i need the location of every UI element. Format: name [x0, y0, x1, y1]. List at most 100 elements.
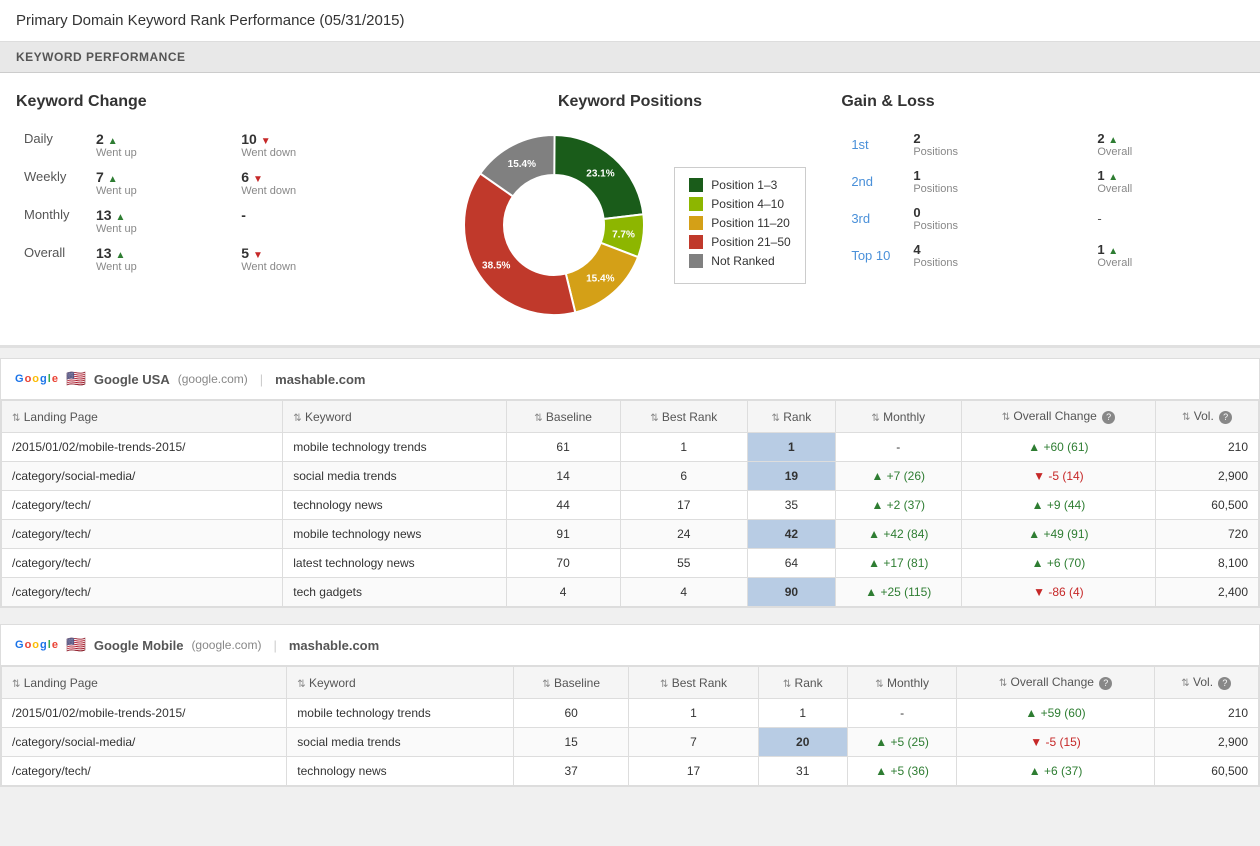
kw-change-title: Keyword Change — [16, 93, 419, 111]
table-col-header[interactable]: ⇅ Overall Change ? — [961, 401, 1155, 433]
cell-overall: ▼ -5 (14) — [961, 462, 1155, 491]
table-col-header[interactable]: ⇅ Baseline — [506, 401, 620, 433]
kw-change-up: 7 ▲ Went up — [90, 165, 233, 201]
table-col-header[interactable]: ⇅ Monthly — [847, 667, 957, 699]
kw-change-down: 6 ▼ Went down — [235, 165, 416, 201]
gl-overall: 1 ▲ Overall — [1089, 164, 1242, 199]
chart-legend: Position 1–3Position 4–10Position 11–20P… — [674, 167, 805, 284]
svg-text:15.4%: 15.4% — [508, 159, 536, 170]
legend-item: Position 21–50 — [689, 235, 790, 249]
google-usa-header: Google 🇺🇸 Google USA (google.com) | mash… — [1, 359, 1259, 400]
table-row: /category/tech/ technology news 37 17 31… — [2, 757, 1259, 786]
kw-change-down: - — [235, 203, 416, 239]
legend-item: Position 1–3 — [689, 178, 790, 192]
table-col-header[interactable]: ⇅ Keyword — [283, 401, 506, 433]
cell-rank: 90 — [747, 578, 835, 607]
cell-overall: ▼ -5 (15) — [957, 728, 1154, 757]
gl-positions: 4 Positions — [905, 238, 1087, 273]
table-col-header[interactable]: ⇅ Monthly — [835, 401, 961, 433]
table-row: /2015/01/02/mobile-trends-2015/ mobile t… — [2, 699, 1259, 728]
cell-baseline: 14 — [506, 462, 620, 491]
google-usa-section: Google 🇺🇸 Google USA (google.com) | mash… — [0, 358, 1260, 608]
table-row: /category/social-media/ social media tre… — [2, 462, 1259, 491]
kw-change-up: 2 ▲ Went up — [90, 127, 233, 163]
google-mobile-header: Google 🇺🇸 Google Mobile (google.com) | m… — [1, 625, 1259, 666]
cell-overall: ▲ +6 (70) — [961, 549, 1155, 578]
cell-best-rank: 1 — [629, 699, 758, 728]
google-usa-site: mashable.com — [275, 372, 365, 387]
table-col-header[interactable]: ⇅ Rank — [758, 667, 847, 699]
table-col-header[interactable]: ⇅ Vol. ? — [1154, 667, 1258, 699]
cell-baseline: 70 — [506, 549, 620, 578]
kw-change-label: Overall — [18, 241, 88, 277]
cell-landing: /category/tech/ — [2, 578, 283, 607]
cell-keyword: mobile technology news — [283, 520, 506, 549]
cell-keyword: mobile technology trends — [287, 699, 514, 728]
cell-monthly: ▲ +2 (37) — [835, 491, 961, 520]
cell-rank: 42 — [747, 520, 835, 549]
google-mobile-section: Google 🇺🇸 Google Mobile (google.com) | m… — [0, 624, 1260, 787]
kw-change-up: 13 ▲ Went up — [90, 203, 233, 239]
table-col-header[interactable]: ⇅ Landing Page — [2, 401, 283, 433]
gl-overall: 1 ▲ Overall — [1089, 238, 1242, 273]
svg-text:7.7%: 7.7% — [612, 230, 635, 241]
cell-best-rank: 55 — [620, 549, 747, 578]
donut-chart: 23.1%7.7%15.4%38.5%15.4% — [454, 125, 654, 325]
gl-positions: 1 Positions — [905, 164, 1087, 199]
cell-rank: 35 — [747, 491, 835, 520]
table-col-header[interactable]: ⇅ Vol. ? — [1156, 401, 1259, 433]
google-mobile-icon: Google — [15, 639, 58, 651]
cell-best-rank: 24 — [620, 520, 747, 549]
google-mobile-name: Google Mobile — [94, 638, 184, 653]
table-row: /category/tech/ tech gadgets 4 4 90 ▲ +2… — [2, 578, 1259, 607]
cell-baseline: 60 — [513, 699, 629, 728]
cell-best-rank: 17 — [620, 491, 747, 520]
gl-positions: 0 Positions — [905, 201, 1087, 236]
cell-rank: 19 — [747, 462, 835, 491]
cell-landing: /2015/01/02/mobile-trends-2015/ — [2, 433, 283, 462]
cell-baseline: 91 — [506, 520, 620, 549]
gl-overall: 2 ▲ Overall — [1089, 127, 1242, 162]
cell-monthly: ▲ +42 (84) — [835, 520, 961, 549]
cell-monthly: ▲ +5 (36) — [847, 757, 957, 786]
svg-text:15.4%: 15.4% — [586, 274, 614, 285]
cell-overall: ▲ +49 (91) — [961, 520, 1155, 549]
google-icon: Google — [15, 373, 58, 385]
cell-vol: 210 — [1156, 433, 1259, 462]
kw-change-label: Weekly — [18, 165, 88, 201]
cell-vol: 8,100 — [1156, 549, 1259, 578]
cell-monthly: - — [847, 699, 957, 728]
cell-best-rank: 6 — [620, 462, 747, 491]
table-col-header[interactable]: ⇅ Best Rank — [620, 401, 747, 433]
table-col-header[interactable]: ⇅ Baseline — [513, 667, 629, 699]
table-col-header[interactable]: ⇅ Rank — [747, 401, 835, 433]
cell-rank: 31 — [758, 757, 847, 786]
table-col-header[interactable]: ⇅ Overall Change ? — [957, 667, 1154, 699]
google-mobile-table: ⇅ Landing Page⇅ Keyword⇅ Baseline⇅ Best … — [1, 666, 1259, 786]
cell-vol: 2,900 — [1154, 728, 1258, 757]
cell-monthly: ▲ +17 (81) — [835, 549, 961, 578]
cell-overall: ▲ +59 (60) — [957, 699, 1154, 728]
usa-flag: 🇺🇸 — [66, 369, 86, 389]
kw-change-down: 5 ▼ Went down — [235, 241, 416, 277]
cell-vol: 720 — [1156, 520, 1259, 549]
svg-text:23.1%: 23.1% — [587, 169, 615, 180]
table-row: /category/social-media/ social media tre… — [2, 728, 1259, 757]
google-mobile-domain: (google.com) — [191, 638, 261, 652]
cell-keyword: social media trends — [287, 728, 514, 757]
table-col-header[interactable]: ⇅ Best Rank — [629, 667, 758, 699]
gain-loss-table: 1st 2 Positions 2 ▲ Overall 2nd 1 Positi… — [841, 125, 1244, 275]
cell-keyword: technology news — [283, 491, 506, 520]
table-col-header[interactable]: ⇅ Keyword — [287, 667, 514, 699]
cell-rank: 64 — [747, 549, 835, 578]
gl-label: 2nd — [843, 164, 903, 199]
gl-overall: - — [1089, 201, 1242, 236]
gl-label: 3rd — [843, 201, 903, 236]
legend-item: Not Ranked — [689, 254, 790, 268]
cell-baseline: 44 — [506, 491, 620, 520]
table-col-header[interactable]: ⇅ Landing Page — [2, 667, 287, 699]
cell-vol: 60,500 — [1154, 757, 1258, 786]
cell-monthly: - — [835, 433, 961, 462]
cell-overall: ▲ +9 (44) — [961, 491, 1155, 520]
cell-baseline: 15 — [513, 728, 629, 757]
